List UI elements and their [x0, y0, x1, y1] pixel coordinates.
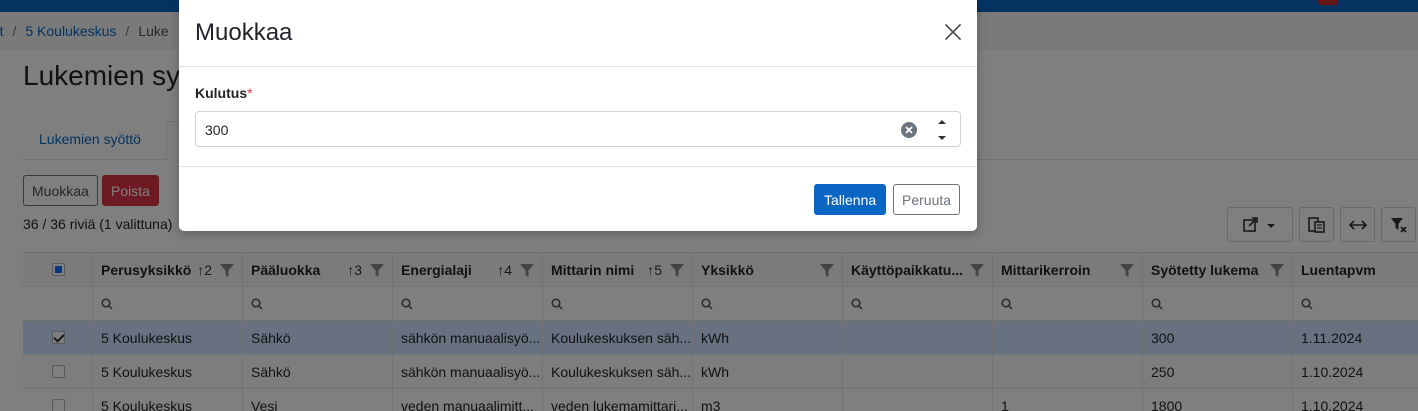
increment-icon[interactable] [936, 117, 948, 127]
kulutus-input[interactable] [205, 120, 885, 140]
required-mark: * [247, 85, 253, 101]
kulutus-label: Kulutus* [195, 85, 253, 101]
kulutus-field[interactable] [195, 111, 961, 147]
modal-header: Muokkaa [179, 0, 977, 67]
modal-title: Muokkaa [195, 19, 293, 46]
clear-input-icon[interactable] [900, 121, 918, 139]
modal-body: Kulutus* [179, 67, 977, 167]
close-icon[interactable] [941, 20, 965, 44]
cancel-button[interactable]: Peruuta [893, 184, 961, 215]
modal-footer: Tallenna Peruuta [179, 167, 977, 231]
decrement-icon[interactable] [936, 133, 948, 143]
edit-modal: Muokkaa Kulutus* Tallenna Peruuta [179, 0, 977, 231]
save-button[interactable]: Tallenna [814, 184, 887, 215]
